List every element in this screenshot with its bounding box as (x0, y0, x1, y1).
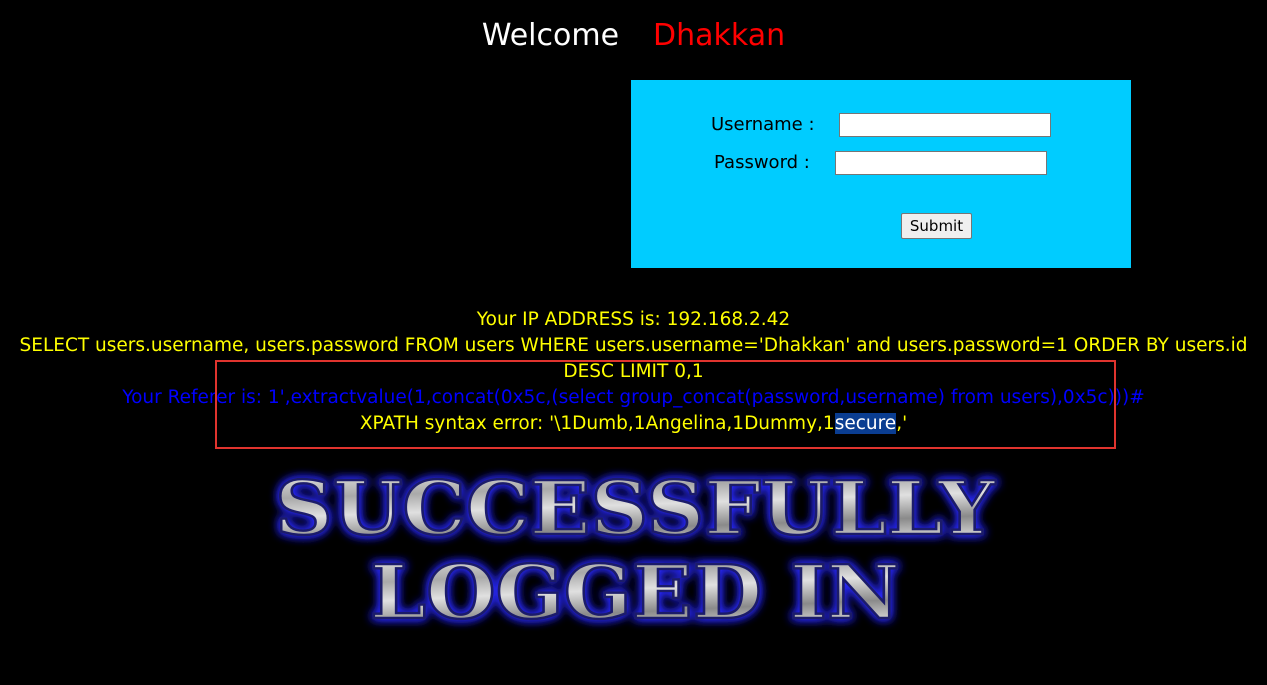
password-label: Password : (714, 152, 810, 173)
login-form: Username : Password : Submit (631, 80, 1131, 268)
annotation-box (215, 360, 1116, 449)
password-field[interactable] (835, 151, 1047, 175)
welcome-label: Welcome (481, 18, 620, 53)
welcome-heading: Welcome Dhakkan (0, 14, 1267, 58)
username-label: Username : (711, 114, 815, 135)
banner-line-2: LOGGED IN (370, 550, 900, 632)
ip-address-line: Your IP ADDRESS is: 192.168.2.42 (476, 309, 791, 330)
page: Welcome Dhakkan Username : Password : Sub… (0, 0, 1267, 685)
sql-query-line-1: SELECT users.username, users.password FR… (19, 335, 1248, 356)
success-banner-image: SUCCESSFULLY LOGGED IN (274, 465, 998, 632)
username-field[interactable] (839, 113, 1051, 137)
banner-line-1: SUCCESSFULLY (275, 466, 996, 552)
welcome-username: Dhakkan (653, 18, 786, 53)
submit-button[interactable]: Submit (901, 213, 972, 239)
